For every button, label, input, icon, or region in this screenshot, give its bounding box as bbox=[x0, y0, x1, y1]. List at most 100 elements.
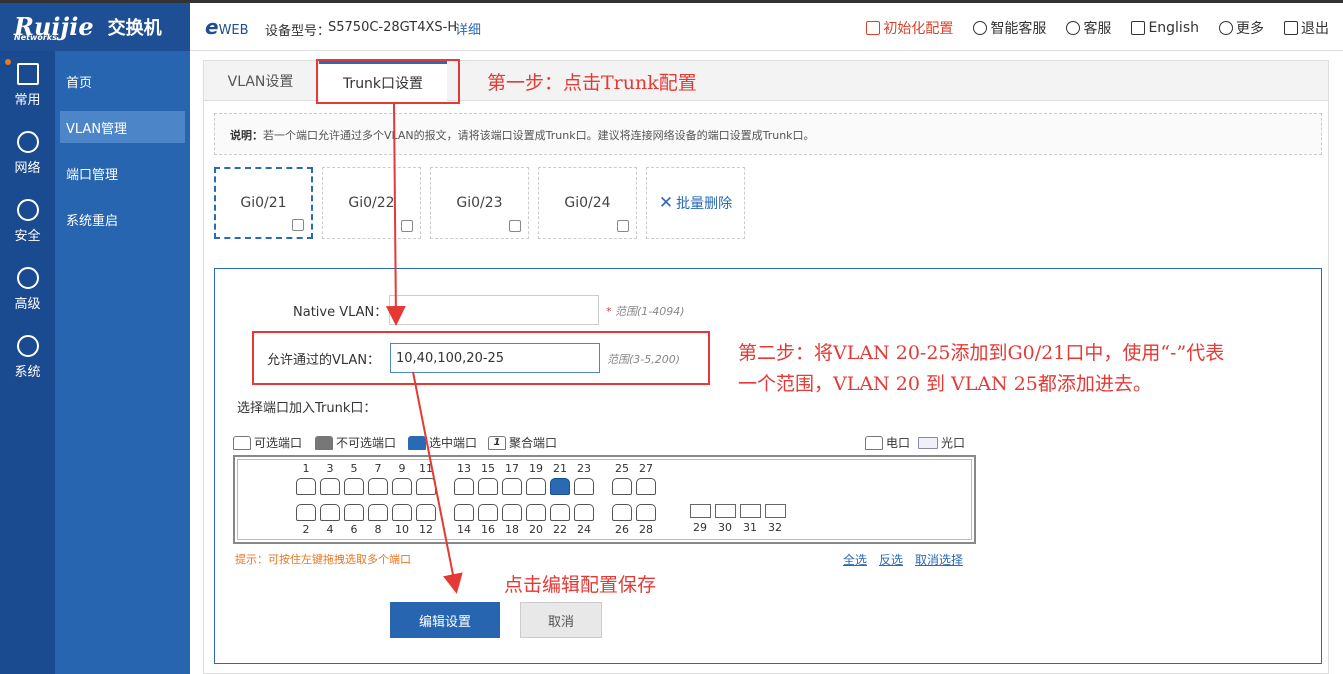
annotation-step2-line2: 一个范围，VLAN 20 到 VLAN 25都添加进去。 bbox=[738, 373, 1152, 395]
switch-port-13[interactable] bbox=[454, 478, 474, 495]
switch-port-10[interactable] bbox=[392, 504, 412, 521]
switch-port-3[interactable] bbox=[320, 478, 340, 495]
native-vlan-input[interactable] bbox=[389, 295, 599, 325]
port-number: 6 bbox=[350, 523, 358, 536]
invert-selection-link[interactable]: 反选 bbox=[879, 551, 903, 568]
save-button[interactable]: 编辑设置 bbox=[390, 602, 500, 638]
tab-vlan-settings[interactable]: VLAN设置 bbox=[204, 61, 317, 101]
init-icon bbox=[866, 21, 881, 35]
switch-port-20[interactable] bbox=[526, 504, 546, 521]
nav-security[interactable]: 安全 bbox=[0, 187, 55, 255]
nav-network[interactable]: 网络 bbox=[0, 119, 55, 187]
trunk-port-card[interactable]: Gi0/21 bbox=[214, 167, 313, 239]
switch-port-18[interactable] bbox=[502, 504, 522, 521]
detail-link[interactable]: 详细 bbox=[455, 19, 481, 38]
switch-port-11[interactable] bbox=[416, 478, 436, 495]
port-number: 21 bbox=[553, 462, 567, 475]
port-number: 4 bbox=[326, 523, 334, 536]
checkbox[interactable] bbox=[509, 220, 521, 232]
switch-port-22[interactable] bbox=[550, 504, 570, 521]
nav-common[interactable]: 常用 bbox=[0, 51, 55, 119]
switch-port-7[interactable] bbox=[368, 478, 388, 495]
legend-fiber: 光口 bbox=[918, 434, 965, 451]
smart-service-button[interactable]: 智能客服 bbox=[973, 18, 1046, 38]
fiber-port-29[interactable] bbox=[690, 504, 711, 518]
legend-electric: 电口 bbox=[865, 434, 910, 451]
switch-port-23[interactable] bbox=[574, 478, 594, 495]
fiber-port-32[interactable] bbox=[765, 504, 786, 518]
trunk-port-card[interactable]: Gi0/22 bbox=[322, 167, 421, 239]
switch-port-14[interactable] bbox=[454, 504, 474, 521]
secondary-nav: 首页 VLAN管理 端口管理 系统重启 bbox=[55, 51, 190, 674]
switch-port-2[interactable] bbox=[296, 504, 316, 521]
switch-port-27[interactable] bbox=[636, 478, 656, 495]
sidebar-item-home[interactable]: 首页 bbox=[60, 65, 185, 97]
port-number: 3 bbox=[326, 462, 334, 475]
port-number: 28 bbox=[639, 523, 653, 536]
switch-port-25[interactable] bbox=[612, 478, 632, 495]
switch-port-12[interactable] bbox=[416, 504, 436, 521]
nav-advanced[interactable]: 高级 bbox=[0, 255, 55, 323]
switch-port-28[interactable] bbox=[636, 504, 656, 521]
port-number: 32 bbox=[768, 521, 782, 534]
port-number: 16 bbox=[481, 523, 495, 536]
main-panel: VLAN设置 Trunk口设置 说明：若一个端口允许通过多个VLAN的报文，请将… bbox=[203, 59, 1329, 674]
trunk-port-card[interactable]: Gi0/23 bbox=[430, 167, 529, 239]
trunk-port-card[interactable]: Gi0/24 bbox=[538, 167, 637, 239]
logout-button[interactable]: 退出 bbox=[1284, 18, 1329, 38]
checkbox[interactable] bbox=[617, 220, 629, 232]
switch-port-4[interactable] bbox=[320, 504, 340, 521]
port-number: 25 bbox=[615, 462, 629, 475]
switch-port-19[interactable] bbox=[526, 478, 546, 495]
switch-port-1[interactable] bbox=[296, 478, 316, 495]
model-label: 设备型号： bbox=[265, 24, 331, 39]
batch-delete-button[interactable]: ✕ 批量删除 bbox=[646, 167, 745, 239]
init-config-button[interactable]: 初始化配置 bbox=[866, 18, 953, 38]
nav-system[interactable]: 系统 bbox=[0, 323, 55, 391]
switch-port-6[interactable] bbox=[344, 504, 364, 521]
port-number: 26 bbox=[615, 523, 629, 536]
switch-port-26[interactable] bbox=[612, 504, 632, 521]
native-vlan-label: Native VLAN： bbox=[293, 305, 388, 320]
select-ports-label: 选择端口加入Trunk口： bbox=[237, 401, 377, 416]
sidebar-item-reboot[interactable]: 系统重启 bbox=[60, 203, 185, 235]
header: Ruijie Networks 交换机 eWEB 设备型号： S5750C-28… bbox=[0, 3, 1343, 51]
switch-port-9[interactable] bbox=[392, 478, 412, 495]
shield-icon bbox=[16, 198, 39, 221]
allowed-vlan-hint: 范围(3-5,200) bbox=[607, 353, 681, 366]
port-number: 14 bbox=[457, 523, 471, 536]
switch-port-21[interactable] bbox=[550, 478, 570, 495]
port-number: 15 bbox=[481, 462, 495, 475]
switch-port-17[interactable] bbox=[502, 478, 522, 495]
legend-available: 可选端口 bbox=[233, 434, 302, 451]
language-button[interactable]: English bbox=[1131, 18, 1199, 38]
clear-selection-link[interactable]: 取消选择 bbox=[915, 551, 963, 568]
sidebar-item-vlan[interactable]: VLAN管理 bbox=[60, 111, 185, 143]
switch-port-15[interactable] bbox=[478, 478, 498, 495]
customer-service-button[interactable]: 客服 bbox=[1066, 18, 1111, 38]
fiber-port-30[interactable] bbox=[715, 504, 736, 518]
allowed-vlan-input[interactable]: 10,40,100,20-25 bbox=[390, 343, 600, 373]
switch-port-5[interactable] bbox=[344, 478, 364, 495]
globe-icon bbox=[16, 130, 39, 153]
trunk-port-list: Gi0/21 Gi0/22 Gi0/23 Gi0/24 ✕ 批量删除 bbox=[214, 167, 745, 239]
primary-nav: 常用 网络 安全 高级 系统 bbox=[0, 51, 55, 674]
switch-port-16[interactable] bbox=[478, 504, 498, 521]
select-all-link[interactable]: 全选 bbox=[843, 551, 867, 568]
more-button[interactable]: 更多 bbox=[1219, 18, 1264, 38]
selection-links: 全选 反选 取消选择 bbox=[843, 551, 963, 568]
switch-port-24[interactable] bbox=[574, 504, 594, 521]
checkbox[interactable] bbox=[401, 220, 413, 232]
switch-port-8[interactable] bbox=[368, 504, 388, 521]
cancel-button[interactable]: 取消 bbox=[520, 602, 602, 638]
port-available-icon bbox=[233, 435, 251, 450]
legend-unavailable: 不可选端口 bbox=[315, 434, 396, 451]
drag-tip: 提示：可按住左键拖拽选取多个端口 bbox=[235, 553, 411, 566]
fiber-port-31[interactable] bbox=[740, 504, 761, 518]
port-number: 24 bbox=[577, 523, 591, 536]
port-number: 1 bbox=[302, 462, 310, 475]
port-number: 23 bbox=[577, 462, 591, 475]
checkbox[interactable] bbox=[292, 219, 304, 231]
native-vlan-hint: * 范围(1-4094) bbox=[606, 305, 685, 318]
sidebar-item-ports[interactable]: 端口管理 bbox=[60, 157, 185, 189]
